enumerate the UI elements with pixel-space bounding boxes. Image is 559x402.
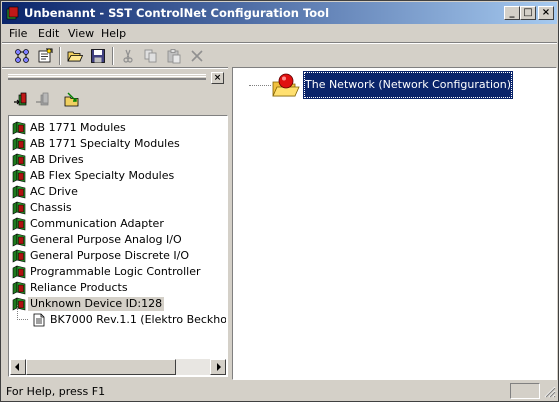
title-bar[interactable]: Unbenannt - SST ControlNet Configuration… xyxy=(2,2,557,24)
tree-item-label: BK7000 Rev.1.1 (Elektro Beckhoff G xyxy=(50,313,226,326)
paste-button[interactable] xyxy=(164,46,184,66)
delete-icon xyxy=(191,50,203,62)
scroll-right-button[interactable] xyxy=(210,359,226,375)
main-toolbar xyxy=(2,44,557,68)
device-book-icon xyxy=(12,169,26,183)
device-book-icon xyxy=(12,265,26,279)
status-text: For Help, press F1 xyxy=(6,385,106,398)
tree-item[interactable]: AB 1771 Modules xyxy=(10,120,226,136)
scroll-left-button[interactable] xyxy=(10,359,26,375)
tree-item[interactable]: General Purpose Analog I/O xyxy=(10,232,226,248)
device-book-icon xyxy=(12,185,26,199)
tree-item-label: AB 1771 Specialty Modules xyxy=(30,137,180,150)
device-book-icon xyxy=(12,281,26,295)
arrow-left-icon xyxy=(15,363,19,371)
close-button[interactable]: × xyxy=(538,6,554,20)
open-button[interactable] xyxy=(65,46,85,66)
tree-connector xyxy=(17,305,28,320)
network-folder-icon xyxy=(272,73,300,97)
tree-item[interactable]: General Purpose Discrete I/O xyxy=(10,248,226,264)
window-title: Unbenannt - SST ControlNet Configuration… xyxy=(24,6,330,20)
properties-button[interactable] xyxy=(35,46,55,66)
menu-file[interactable]: File xyxy=(9,27,27,40)
device-book-icon xyxy=(12,153,26,167)
save-icon xyxy=(91,49,105,63)
tree-connector xyxy=(249,85,271,86)
tree-item-label: AC Drive xyxy=(30,185,78,198)
toolbar-divider xyxy=(2,67,228,69)
tree-item-label: Unknown Device ID:128 xyxy=(28,297,165,311)
tree-item-label: General Purpose Analog I/O xyxy=(30,233,182,246)
network-label[interactable]: The Network (Network Configuration) xyxy=(303,71,513,99)
connect-button[interactable] xyxy=(10,90,32,110)
network-browse-icon xyxy=(15,49,29,63)
device-library-pane: × AB 1771 Modules AB 1771 Specialty Modu… xyxy=(6,70,228,379)
device-tree[interactable]: AB 1771 Modules AB 1771 Specialty Modules… xyxy=(8,115,228,377)
pane-close-button[interactable]: × xyxy=(211,72,224,84)
connect-icon xyxy=(14,92,27,106)
save-button[interactable] xyxy=(88,46,108,66)
network-view[interactable]: The Network (Network Configuration) xyxy=(232,67,557,380)
pane-grip[interactable] xyxy=(8,76,206,79)
tree-item[interactable]: Communication Adapter xyxy=(10,216,226,232)
menu-help[interactable]: Help xyxy=(101,27,126,40)
minimize-button[interactable]: _ xyxy=(504,6,520,20)
tree-item[interactable]: Reliance Products xyxy=(10,280,226,296)
tree-item[interactable]: AB Drives xyxy=(10,152,226,168)
arrow-right-icon xyxy=(217,363,221,371)
tree-item[interactable]: BK7000 Rev.1.1 (Elektro Beckhoff G xyxy=(10,305,226,328)
device-book-icon xyxy=(12,249,26,263)
status-indicator xyxy=(510,383,540,399)
tree-item-label: Communication Adapter xyxy=(30,217,164,230)
tree-item-label: Reliance Products xyxy=(30,281,128,294)
menu-edit[interactable]: Edit xyxy=(38,27,59,40)
network-node[interactable]: The Network (Network Configuration) xyxy=(247,70,547,100)
app-window: Unbenannt - SST ControlNet Configuration… xyxy=(0,0,559,402)
tree-item-label: General Purpose Discrete I/O xyxy=(30,249,190,262)
menu-view[interactable]: View xyxy=(68,27,94,40)
maximize-button[interactable]: □ xyxy=(520,6,536,20)
toolbar-separator xyxy=(112,47,114,65)
disconnect-icon xyxy=(36,92,49,106)
tree-item-label: AB 1771 Modules xyxy=(30,121,126,134)
network-browse-button[interactable] xyxy=(12,46,32,66)
cut-button[interactable] xyxy=(118,46,138,66)
device-book-icon xyxy=(12,201,26,215)
properties-icon xyxy=(38,48,53,63)
pane-toolbar xyxy=(6,87,228,113)
status-bar: For Help, press F1 xyxy=(2,382,557,401)
tree-item-label: AB Drives xyxy=(30,153,84,166)
tree-item-label: Chassis xyxy=(30,201,72,214)
menu-bar: File Edit View Help xyxy=(2,24,557,42)
device-book-icon xyxy=(12,217,26,231)
device-book-icon xyxy=(12,233,26,247)
open-folder-icon xyxy=(67,51,83,62)
tree-item[interactable]: Programmable Logic Controller xyxy=(10,264,226,280)
document-icon xyxy=(32,313,46,327)
tree-item[interactable]: Chassis xyxy=(10,200,226,216)
app-icon xyxy=(6,6,19,20)
add-device-button[interactable] xyxy=(61,90,83,110)
copy-button[interactable] xyxy=(141,46,161,66)
device-tree-items: AB 1771 Modules AB 1771 Specialty Modules… xyxy=(10,117,226,359)
resize-grip-icon[interactable] xyxy=(543,385,556,399)
scrollbar-thumb[interactable] xyxy=(26,359,176,375)
cut-icon xyxy=(123,49,133,63)
tree-item[interactable]: Unknown Device ID:128 xyxy=(10,296,226,312)
paste-icon xyxy=(167,49,181,64)
disconnect-button[interactable] xyxy=(32,90,54,110)
tree-item-label: AB Flex Specialty Modules xyxy=(30,169,175,182)
device-book-icon xyxy=(12,121,26,135)
tree-item[interactable]: AC Drive xyxy=(10,184,226,200)
tree-item[interactable]: AB Flex Specialty Modules xyxy=(10,168,226,184)
delete-button[interactable] xyxy=(187,46,207,66)
horizontal-scrollbar[interactable] xyxy=(10,359,226,375)
device-book-icon xyxy=(12,137,26,151)
tree-item[interactable]: AB 1771 Specialty Modules xyxy=(10,136,226,152)
add-device-folder-icon xyxy=(64,92,79,107)
copy-icon xyxy=(144,49,157,63)
toolbar-separator xyxy=(59,47,61,65)
tree-item-label: Programmable Logic Controller xyxy=(30,265,201,278)
